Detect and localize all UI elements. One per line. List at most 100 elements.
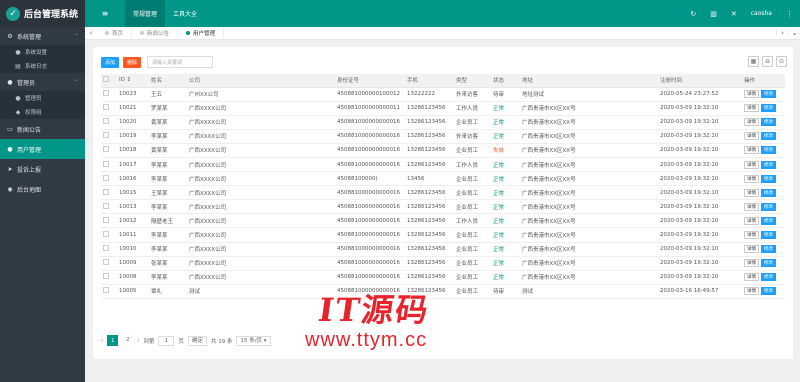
table-row[interactable]: 10011 李某某 广西XXXX公司 450881000000000016 132861… xyxy=(101,227,785,243)
tab-users[interactable]: 用户管理 xyxy=(178,26,225,40)
edit-button[interactable]: 修改 xyxy=(761,216,776,225)
table-row[interactable]: 10023 王五 广州XX公司 450881000000100012 13222222 外… xyxy=(101,87,785,102)
row-checkbox[interactable] xyxy=(103,146,109,153)
view-button[interactable]: 详情 xyxy=(744,104,759,113)
username[interactable]: caosha xyxy=(744,10,779,17)
edit-button[interactable]: 修改 xyxy=(761,202,776,211)
sidebar-item-complaints[interactable]: ➤ 投诉上报 xyxy=(0,159,85,179)
edit-button[interactable]: 修改 xyxy=(761,118,776,127)
tab-general[interactable]: 常规管理 xyxy=(125,0,166,27)
per-page-select[interactable]: 15 条/页 ▾ xyxy=(236,335,271,346)
sidebar-item-system-settings[interactable]: ● 系统设置 xyxy=(0,45,85,59)
page-1[interactable]: 1 xyxy=(107,335,119,346)
tab-news[interactable]: 新闻公告 xyxy=(132,26,179,40)
row-checkbox[interactable] xyxy=(103,287,109,294)
goto-page-input[interactable]: 1 xyxy=(158,335,175,346)
row-checkbox[interactable] xyxy=(103,202,109,209)
view-button[interactable]: 详情 xyxy=(744,90,759,99)
sidebar-item-users[interactable]: ● 用户管理 xyxy=(0,139,85,159)
view-button[interactable]: 详情 xyxy=(744,230,759,239)
chevron-down-icon[interactable]: ⌄ xyxy=(788,29,800,37)
view-button[interactable]: 详情 xyxy=(744,174,759,183)
table-row[interactable]: 10013 李某某 广西XXXX公司 450881000000000016 132861… xyxy=(101,199,785,215)
sidebar-item-system-log[interactable]: ▤ 系统日志 xyxy=(0,59,85,73)
view-button[interactable]: 详情 xyxy=(744,188,759,197)
view-button[interactable]: 详情 xyxy=(744,202,759,211)
row-checkbox[interactable] xyxy=(103,273,109,280)
edit-button[interactable]: 修改 xyxy=(761,273,776,282)
edit-button[interactable]: 修改 xyxy=(761,188,776,197)
table-row[interactable]: 10012 隔壁老王 广西XXXX公司 450881000000000016 13286… xyxy=(101,213,785,229)
page-2[interactable]: 2 xyxy=(122,335,133,346)
edit-button[interactable]: 修改 xyxy=(761,287,776,296)
edit-button[interactable]: 修改 xyxy=(761,245,776,254)
prev-page-icon[interactable]: ‹ xyxy=(101,338,103,344)
row-checkbox[interactable] xyxy=(103,132,109,139)
table-row[interactable]: 10019 李某某 广西XXXX公司 450881000000000016 132861… xyxy=(101,129,785,144)
view-button[interactable]: 详情 xyxy=(744,216,759,225)
brand[interactable]: ✓ 后台管理系统 xyxy=(0,0,85,27)
view-button[interactable]: 详情 xyxy=(744,132,759,141)
view-button[interactable]: 详情 xyxy=(744,287,759,296)
table-row[interactable]: 10009 张某某 广西XXXX公司 450881000000000016 132861… xyxy=(101,256,785,271)
table-row[interactable]: 10010 李某某 广西XXXX公司 450881000000000016 132861… xyxy=(101,242,785,257)
edit-button[interactable]: 修改 xyxy=(761,104,776,113)
row-checkbox[interactable] xyxy=(103,174,109,181)
row-checkbox[interactable] xyxy=(103,216,109,223)
row-checkbox[interactable] xyxy=(103,118,109,125)
goto-confirm-button[interactable]: 确定 xyxy=(187,335,207,346)
edit-button[interactable]: 修改 xyxy=(761,174,776,183)
select-all-checkbox[interactable] xyxy=(103,76,109,83)
view-button[interactable]: 详情 xyxy=(744,118,759,127)
view-button[interactable]: 详情 xyxy=(744,273,759,282)
table-row[interactable]: 10016 李某某 广西XXXX公司 45088100000(13456 企业员工 正常广… xyxy=(101,171,785,187)
sidebar-group-admin[interactable]: ● 管理员 ⌃ xyxy=(0,73,85,91)
column-header[interactable]: ID ↕ xyxy=(117,74,149,88)
edit-button[interactable]: 修改 xyxy=(761,259,776,268)
refresh-icon[interactable]: ↻ xyxy=(683,10,703,18)
chevron-left-icon[interactable]: ‹ xyxy=(85,29,97,37)
edit-button[interactable]: 修改 xyxy=(761,160,776,169)
sidebar-item-news[interactable]: ▭ 新闻公告 xyxy=(0,119,85,139)
search-input[interactable]: 请输入关键词 xyxy=(147,56,214,68)
row-checkbox[interactable] xyxy=(103,90,109,97)
edit-button[interactable]: 修改 xyxy=(761,132,776,141)
menu-toggle-icon[interactable]: ≡ xyxy=(85,0,125,27)
export-icon[interactable]: ⊖ xyxy=(762,56,773,67)
trash-icon[interactable]: ▥ xyxy=(703,10,724,18)
row-checkbox[interactable] xyxy=(103,104,109,111)
add-button[interactable]: 添加 xyxy=(101,56,120,68)
view-button[interactable]: 详情 xyxy=(744,146,759,155)
view-button[interactable]: 详情 xyxy=(744,160,759,169)
sidebar-item-admins[interactable]: ● 管理员 xyxy=(0,91,85,105)
edit-button[interactable]: 修改 xyxy=(761,146,776,155)
row-checkbox[interactable] xyxy=(103,160,109,167)
row-checkbox[interactable] xyxy=(103,259,109,266)
table-row[interactable]: 10005 覃礼 测试 450881000000000016 13286123456 企业… xyxy=(101,284,785,299)
table-row[interactable]: 10020 黄某某 广西XXXX公司 450881000000000016 132861… xyxy=(101,115,785,130)
columns-icon[interactable]: ▦ xyxy=(748,56,759,67)
table-row[interactable]: 10017 李某某 广西XXXX公司 450881000000000016 132861… xyxy=(101,157,785,173)
sidebar-group-system[interactable]: ⚙ 系统管理 ⌃ xyxy=(0,27,85,45)
fullscreen-icon[interactable]: ✕ xyxy=(724,10,744,18)
row-checkbox[interactable] xyxy=(103,230,109,237)
chevron-right-icon[interactable]: › xyxy=(776,29,788,37)
table-row[interactable]: 10021 罗某某 广西XXXX公司 450881000000000011 132861… xyxy=(101,101,785,116)
sidebar-item-map[interactable]: ◉ 后台地图 xyxy=(0,179,85,199)
view-button[interactable]: 详情 xyxy=(744,259,759,268)
table-row[interactable]: 10018 黄某某 广西XXXX公司 450881000000000016 132861… xyxy=(101,143,785,158)
table-row[interactable]: 10008 李某某 广西XXXX公司 450881000000000016 132861… xyxy=(101,270,785,285)
table-row[interactable]: 10015 王某某 广西XXXX公司 450881000000000016 132861… xyxy=(101,185,785,201)
more-icon[interactable]: ⋮ xyxy=(779,10,800,18)
row-checkbox[interactable] xyxy=(103,245,109,252)
tab-home[interactable]: 首页 xyxy=(97,26,133,40)
row-checkbox[interactable] xyxy=(103,188,109,195)
view-button[interactable]: 详情 xyxy=(744,245,759,254)
tab-tools[interactable]: 工具大全 xyxy=(165,0,205,27)
print-icon[interactable]: ⊙ xyxy=(776,56,787,67)
edit-button[interactable]: 修改 xyxy=(761,230,776,239)
delete-button[interactable]: 删除 xyxy=(123,56,142,68)
next-page-icon[interactable]: › xyxy=(137,338,139,344)
edit-button[interactable]: 修改 xyxy=(761,90,776,99)
sidebar-item-permissions[interactable]: ◆ 权限组 xyxy=(0,105,85,119)
